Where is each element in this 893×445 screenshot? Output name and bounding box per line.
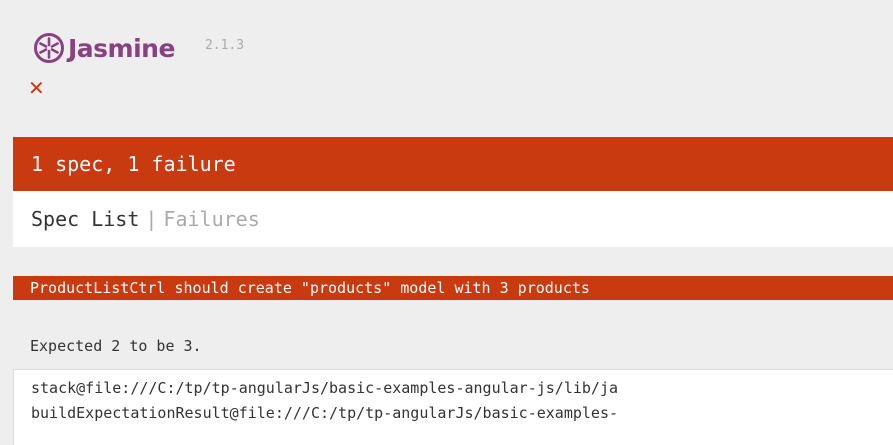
failures-link[interactable]: Failures xyxy=(163,207,259,231)
menu-separator: | xyxy=(145,207,158,231)
stack-trace-line: stack@file:///C:/tp/tp-angularJs/basic-e… xyxy=(31,379,618,397)
jasmine-reporter: Jasmine 2.1.3 ✕ 1 spec, 1 failure Spec L… xyxy=(0,0,893,445)
stack-trace: stack@file:///C:/tp/tp-angularJs/basic-e… xyxy=(13,369,893,445)
stack-trace-line: buildExpectationResult@file:///C:/tp/tp-… xyxy=(31,404,618,422)
menu-bar: Spec List | Failures xyxy=(13,191,893,247)
jasmine-flower-icon xyxy=(34,33,64,63)
summary-bar: 1 spec, 1 failure xyxy=(13,137,893,191)
failed-spec-title[interactable]: ProductListCtrl should create "products"… xyxy=(13,276,893,300)
version-label: 2.1.3 xyxy=(204,37,245,53)
failed-spec-symbol[interactable]: ✕ xyxy=(28,78,45,98)
app-title[interactable]: Jasmine xyxy=(68,34,175,63)
failure-message: Expected 2 to be 3. xyxy=(30,337,202,355)
banner: Jasmine 2.1.3 xyxy=(33,26,244,70)
spec-list-link[interactable]: Spec List xyxy=(31,207,139,231)
